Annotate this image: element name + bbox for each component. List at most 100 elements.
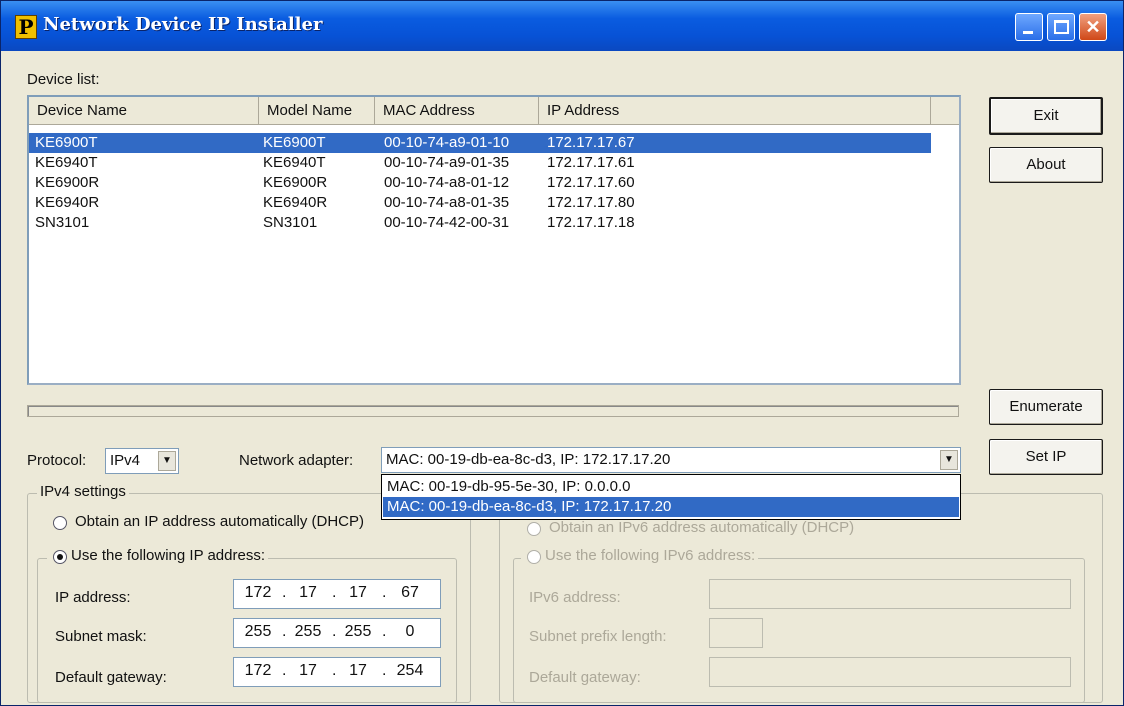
device-list-header: Device Name Model Name MAC Address IP Ad… — [29, 97, 959, 125]
cell-device-name: KE6940R — [35, 194, 100, 211]
subnet-mask-label: Subnet mask: — [55, 628, 147, 645]
ipv6-dhcp-radio[interactable] — [527, 522, 541, 536]
ipv6-address-label: IPv6 address: — [529, 589, 621, 606]
network-adapter-dropdown[interactable]: MAC: 00-19-db-95-5e-30, IP: 0.0.0.0 MAC:… — [381, 474, 961, 520]
gateway-octet-4[interactable]: 254 — [392, 662, 428, 680]
network-adapter-label: Network adapter: — [239, 452, 354, 469]
octet-separator: . — [332, 584, 337, 601]
static-ip-title: Use the following IP address: — [47, 547, 268, 564]
subnet-octet-4[interactable]: 0 — [392, 623, 428, 641]
chevron-down-icon[interactable]: ▼ — [158, 451, 176, 471]
cell-mac-address: 00-10-74-a8-01-35 — [384, 194, 510, 211]
ipv6-gateway-label: Default gateway: — [529, 669, 641, 686]
ipv6-static-radio[interactable] — [527, 550, 541, 564]
cell-mac-address: 00-10-74-42-00-31 — [384, 214, 510, 231]
gateway-octet-1[interactable]: 172 — [240, 662, 276, 680]
chevron-down-icon[interactable]: ▼ — [940, 450, 958, 470]
minimize-button[interactable] — [1015, 13, 1043, 41]
app-icon: P — [15, 15, 37, 39]
subnet-octet-3[interactable]: 255 — [340, 623, 376, 641]
protocol-label: Protocol: — [27, 452, 87, 469]
window-title: Network Device IP Installer — [43, 14, 323, 35]
static-ip-radio[interactable] — [53, 550, 67, 564]
set-ip-button[interactable]: Set IP — [989, 439, 1103, 475]
network-adapter-option[interactable]: MAC: 00-19-db-ea-8c-d3, IP: 172.17.17.20 — [383, 497, 959, 517]
dhcp-radio[interactable] — [53, 516, 67, 530]
column-mac-address[interactable]: MAC Address — [375, 97, 539, 125]
cell-model-name: KE6940R — [263, 194, 328, 211]
column-model-name[interactable]: Model Name — [259, 97, 375, 125]
cell-device-name: SN3101 — [35, 214, 90, 231]
table-row[interactable]: KE6900R KE6900R 00-10-74-a8-01-12 172.17… — [29, 173, 931, 193]
default-gateway-field[interactable]: 172 . 17 . 17 . 254 — [233, 657, 441, 687]
maximize-button[interactable] — [1047, 13, 1075, 41]
ipv6-prefix-field[interactable] — [709, 618, 763, 648]
ip-address-label: IP address: — [55, 589, 131, 606]
network-adapter-value: MAC: 00-19-db-ea-8c-d3, IP: 172.17.17.20 — [386, 451, 671, 468]
table-row[interactable]: KE6900T KE6900T 00-10-74-a9-01-10 172.17… — [29, 133, 931, 153]
gateway-octet-2[interactable]: 17 — [290, 662, 326, 680]
ip-octet-4[interactable]: 67 — [392, 584, 428, 602]
table-row[interactable]: KE6940T KE6940T 00-10-74-a9-01-35 172.17… — [29, 153, 931, 173]
table-row[interactable]: SN3101 SN3101 00-10-74-42-00-31 172.17.1… — [29, 213, 931, 233]
ipv6-address-field[interactable] — [709, 579, 1071, 609]
cell-model-name: KE6940T — [263, 154, 326, 171]
protocol-select[interactable]: IPv4 ▼ — [105, 448, 179, 474]
ipv6-static-title: Use the following IPv6 address: — [521, 547, 759, 564]
octet-separator: . — [382, 662, 387, 679]
app-window: P Network Device IP Installer ✕ Device l… — [0, 0, 1124, 706]
cell-mac-address: 00-10-74-a9-01-10 — [384, 134, 510, 151]
cell-ip-address: 172.17.17.61 — [547, 154, 635, 171]
exit-button[interactable]: Exit — [989, 97, 1103, 135]
ip-address-field[interactable]: 172 . 17 . 17 . 67 — [233, 579, 441, 609]
cell-device-name: KE6900R — [35, 174, 100, 191]
subnet-octet-2[interactable]: 255 — [290, 623, 326, 641]
cell-device-name: KE6940T — [35, 154, 98, 171]
dhcp-radio-label[interactable]: Obtain an IP address automatically (DHCP… — [75, 513, 364, 530]
minimize-icon — [1023, 31, 1033, 34]
default-gateway-label: Default gateway: — [55, 669, 167, 686]
about-button[interactable]: About — [989, 147, 1103, 183]
table-row[interactable]: KE6940R KE6940R 00-10-74-a8-01-35 172.17… — [29, 193, 931, 213]
ipv4-settings-title: IPv4 settings — [37, 483, 129, 500]
ip-octet-1[interactable]: 172 — [240, 584, 276, 602]
gateway-octet-3[interactable]: 17 — [340, 662, 376, 680]
cell-model-name: KE6900R — [263, 174, 328, 191]
subnet-octet-1[interactable]: 255 — [240, 623, 276, 641]
enumerate-button[interactable]: Enumerate — [989, 389, 1103, 425]
cell-model-name: KE6900T — [263, 134, 326, 151]
octet-separator: . — [282, 584, 287, 601]
cell-ip-address: 172.17.17.67 — [547, 134, 635, 151]
ipv6-gateway-field[interactable] — [709, 657, 1071, 687]
cell-mac-address: 00-10-74-a8-01-12 — [384, 174, 510, 191]
octet-separator: . — [282, 662, 287, 679]
octet-separator: . — [332, 662, 337, 679]
close-button[interactable]: ✕ — [1079, 13, 1107, 41]
octet-separator: . — [382, 623, 387, 640]
protocol-value: IPv4 — [110, 452, 141, 469]
progress-bar — [27, 405, 959, 417]
octet-separator: . — [332, 623, 337, 640]
cell-device-name: KE6900T — [35, 134, 98, 151]
static-ip-label[interactable]: Use the following IP address: — [71, 547, 265, 564]
octet-separator: . — [382, 584, 387, 601]
ip-octet-3[interactable]: 17 — [340, 584, 376, 602]
cell-model-name: SN3101 — [263, 214, 318, 231]
title-bar[interactable]: P Network Device IP Installer ✕ — [1, 1, 1123, 51]
device-list-label: Device list: — [27, 71, 100, 88]
cell-mac-address: 00-10-74-a9-01-35 — [384, 154, 510, 171]
column-device-name[interactable]: Device Name — [29, 97, 259, 125]
ipv6-static-label: Use the following IPv6 address: — [545, 547, 756, 564]
subnet-mask-field[interactable]: 255 . 255 . 255 . 0 — [233, 618, 441, 648]
column-ip-address[interactable]: IP Address — [539, 97, 931, 125]
maximize-icon — [1054, 20, 1069, 34]
network-adapter-select[interactable]: MAC: 00-19-db-ea-8c-d3, IP: 172.17.17.20… — [381, 447, 961, 473]
cell-ip-address: 172.17.17.60 — [547, 174, 635, 191]
device-list[interactable]: Device Name Model Name MAC Address IP Ad… — [27, 95, 961, 385]
close-icon: ✕ — [1085, 17, 1101, 37]
network-adapter-option[interactable]: MAC: 00-19-db-95-5e-30, IP: 0.0.0.0 — [383, 477, 959, 497]
cell-ip-address: 172.17.17.80 — [547, 194, 635, 211]
ip-octet-2[interactable]: 17 — [290, 584, 326, 602]
octet-separator: . — [282, 623, 287, 640]
ipv6-prefix-label: Subnet prefix length: — [529, 628, 667, 645]
